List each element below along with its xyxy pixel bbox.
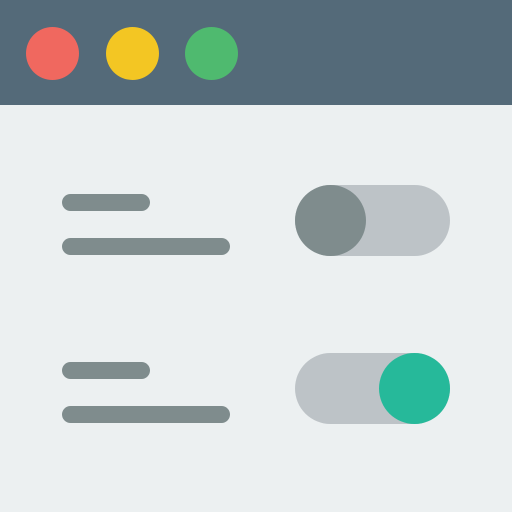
settings-panel <box>0 105 512 512</box>
setting-toggle[interactable] <box>295 353 450 424</box>
setting-row <box>0 185 512 257</box>
setting-description-placeholder <box>62 406 230 423</box>
minimize-dot-icon[interactable] <box>106 27 159 80</box>
setting-label-placeholder <box>62 362 150 379</box>
toggle-knob <box>379 353 450 424</box>
toggle-knob <box>295 185 366 256</box>
zoom-dot-icon[interactable] <box>185 27 238 80</box>
close-dot-icon[interactable] <box>26 27 79 80</box>
setting-description-placeholder <box>62 238 230 255</box>
setting-toggle[interactable] <box>295 185 450 256</box>
setting-label-placeholder <box>62 194 150 211</box>
window-titlebar <box>0 0 512 105</box>
setting-row <box>0 353 512 425</box>
